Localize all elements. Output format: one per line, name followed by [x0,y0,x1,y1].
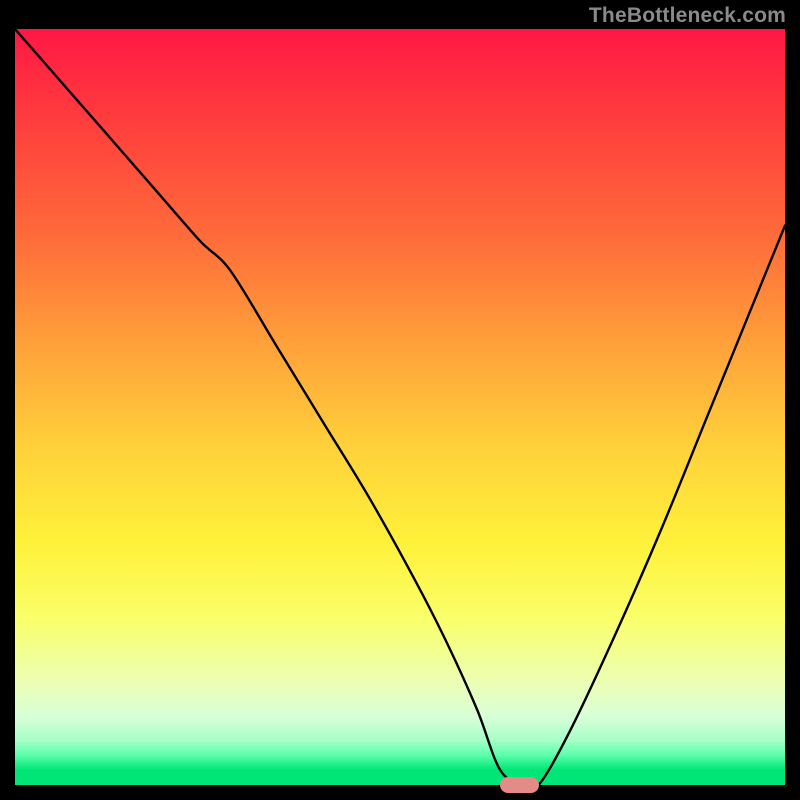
bottleneck-curve [15,29,785,785]
optimal-point-marker [500,777,539,793]
chart-frame: TheBottleneck.com [0,0,800,800]
watermark-text: TheBottleneck.com [589,4,786,28]
